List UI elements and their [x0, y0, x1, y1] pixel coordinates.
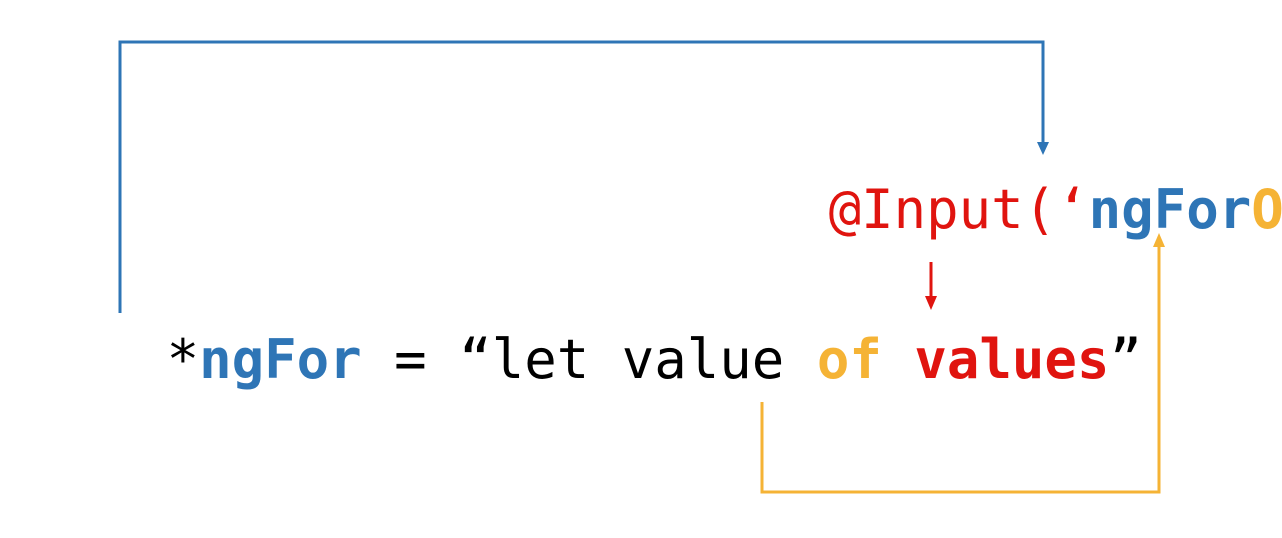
directive-ngfor: ngFor — [199, 328, 362, 391]
directive-values: values — [914, 328, 1109, 391]
directive-space — [882, 328, 915, 391]
input-decorator-prefix: @Input( — [829, 178, 1057, 241]
input-decorator-line: @Input(‘ngForOf’) — [666, 178, 1282, 241]
input-of-part: Of — [1251, 178, 1282, 241]
directive-equals: = — [362, 328, 460, 391]
directive-open-quote: “ — [459, 328, 492, 391]
red-connector — [925, 262, 937, 310]
directive-of-keyword: of — [817, 328, 882, 391]
ngfor-directive-line: *ngFor = “let value of values” — [4, 328, 1240, 391]
input-open-quote: ‘ — [1056, 178, 1089, 241]
structural-star: * — [167, 328, 200, 391]
ngfor-input-binding-diagram: @Input(‘ngForOf’) *ngFor = “let value of… — [4, 40, 1282, 494]
red-arrowhead-icon — [925, 296, 937, 310]
blue-arrowhead-icon — [1037, 142, 1049, 155]
input-ngfor-part: ngFor — [1089, 178, 1252, 241]
directive-let-value: let value — [492, 328, 817, 391]
directive-close-quote: ” — [1109, 328, 1142, 391]
